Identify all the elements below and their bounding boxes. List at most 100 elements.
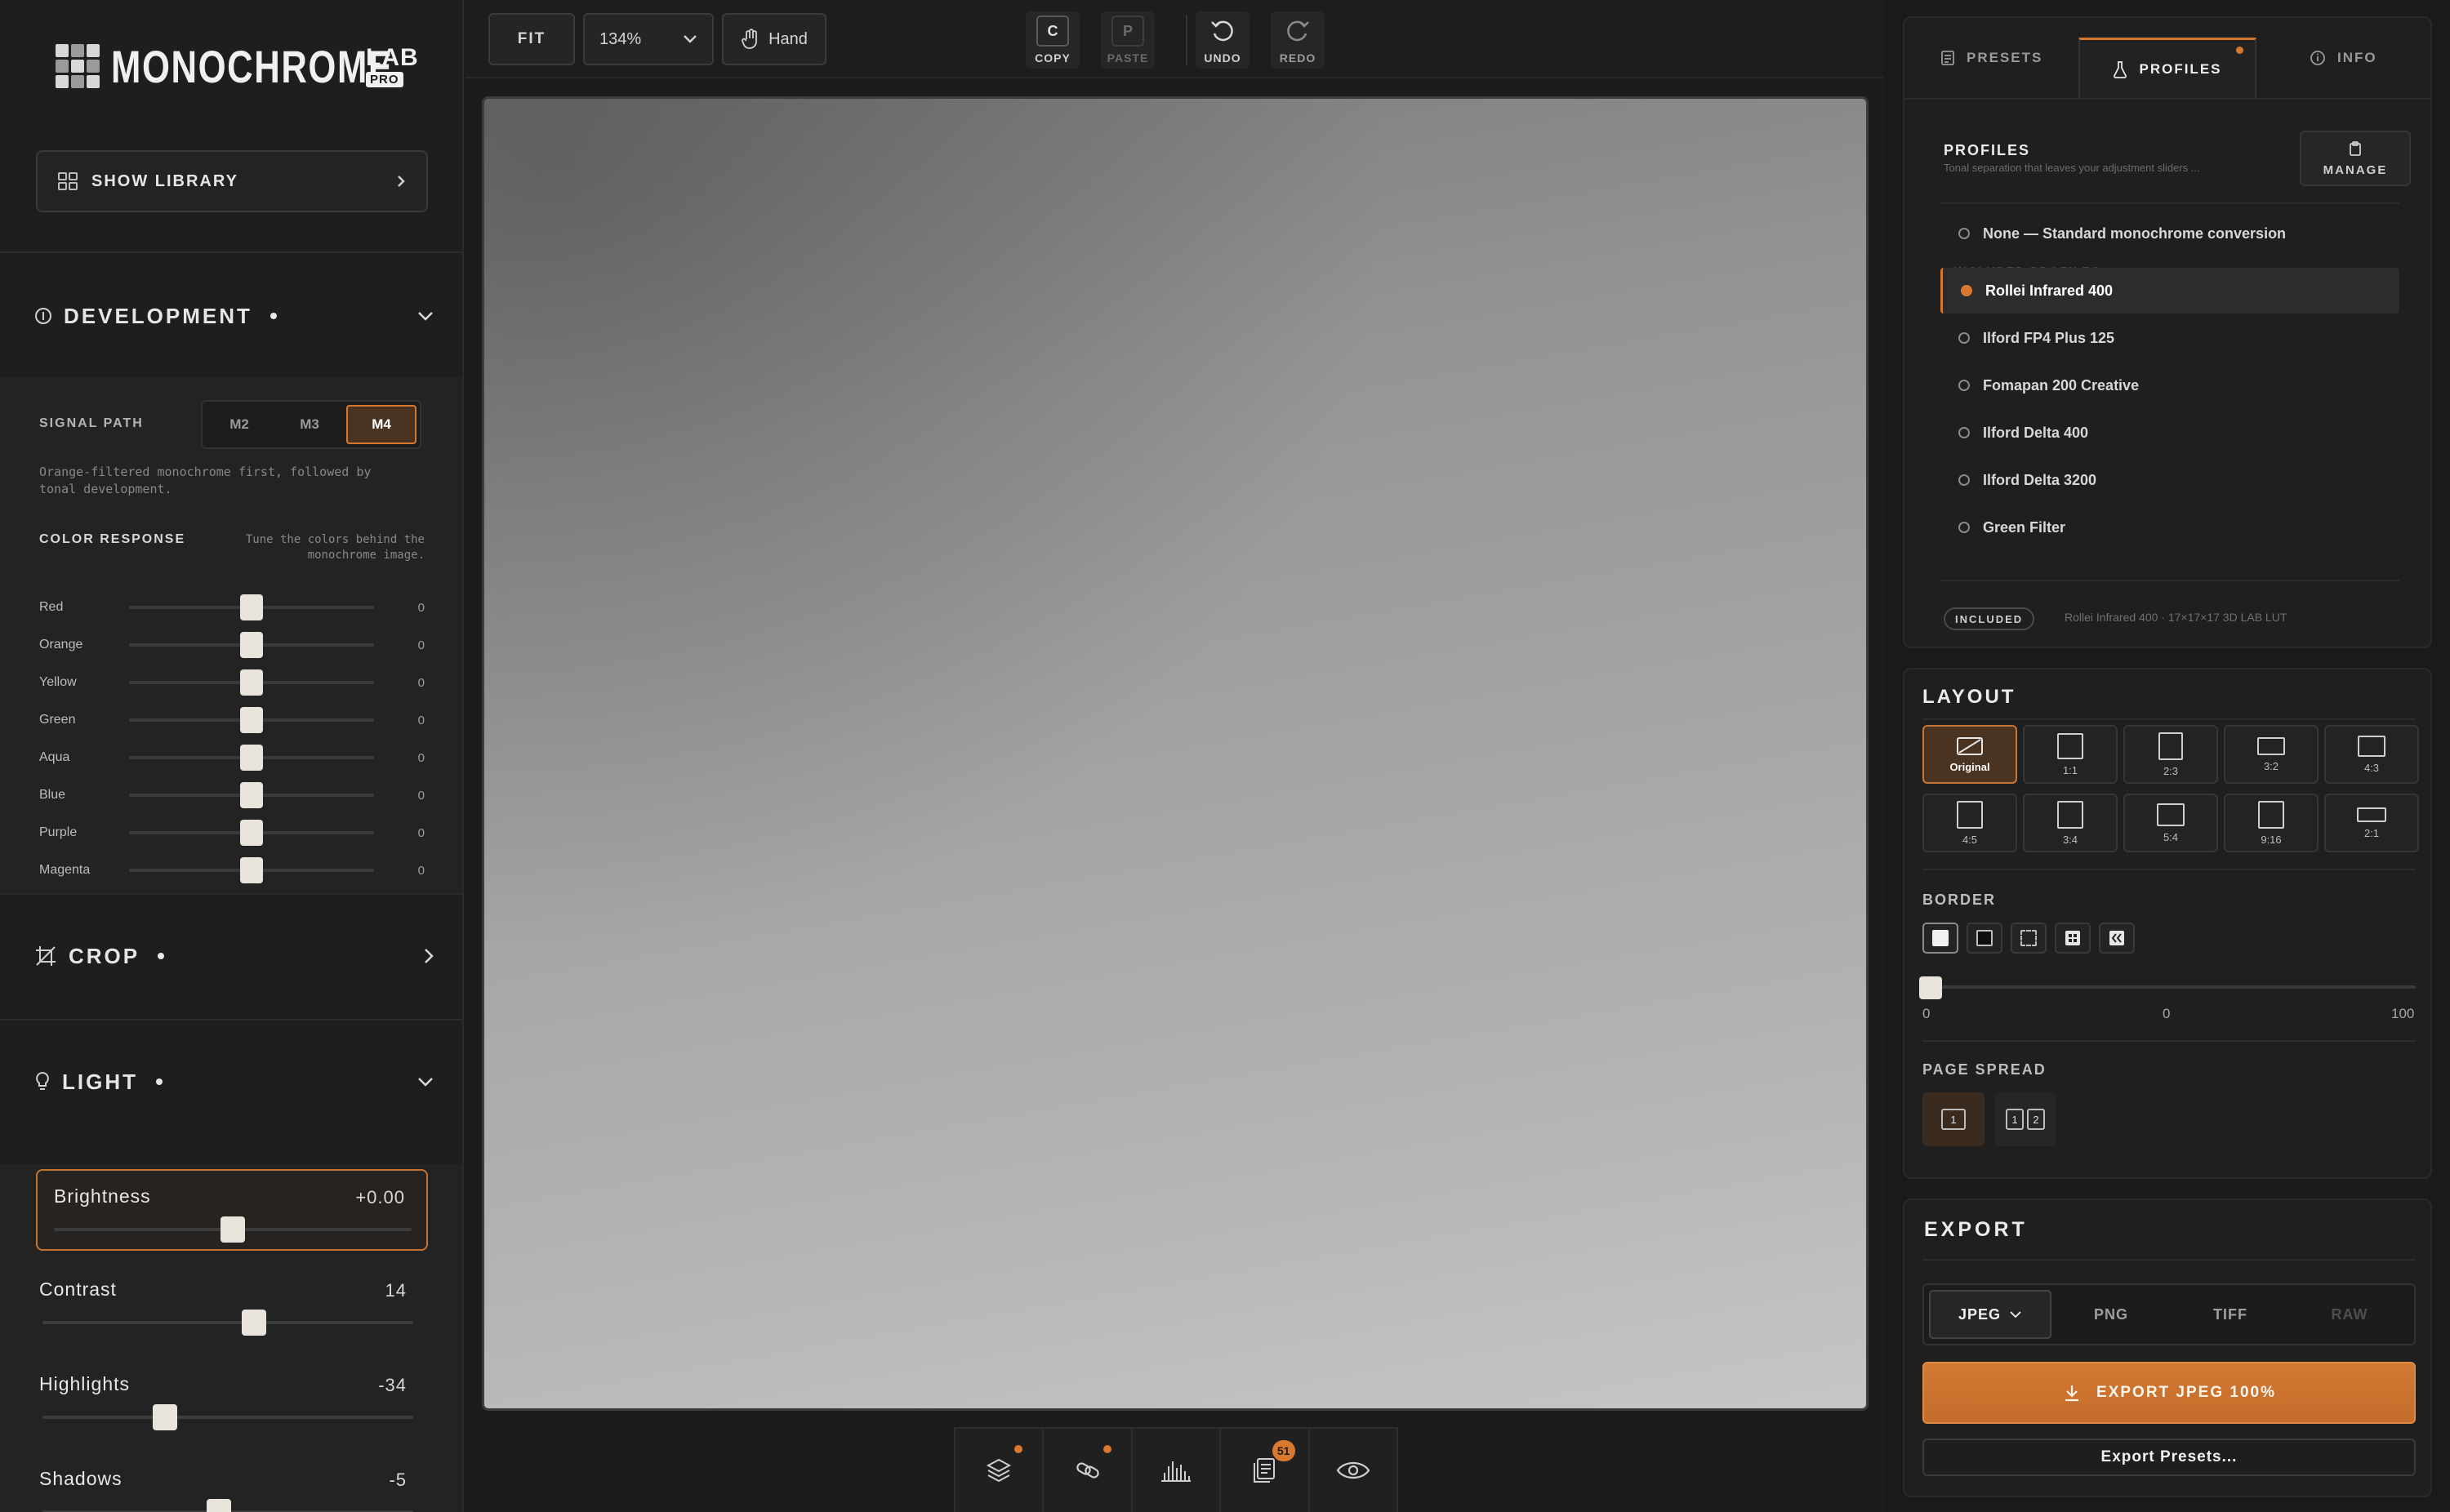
profile-ilford-delta-3200[interactable]: Ilford Delta 3200	[1940, 457, 2399, 503]
slider-track[interactable]	[129, 707, 374, 733]
slider-track[interactable]	[129, 857, 374, 883]
border-slider-thumb[interactable]	[1919, 976, 1942, 999]
image-canvas[interactable]	[482, 96, 1869, 1411]
slider-track[interactable]	[129, 820, 374, 846]
format-jpeg[interactable]: JPEG	[1929, 1290, 2051, 1339]
ratio-original[interactable]: Original	[1922, 725, 2017, 784]
slider-thumb[interactable]	[220, 1216, 245, 1243]
slider-track[interactable]	[129, 632, 374, 658]
border-film-option[interactable]	[2099, 923, 2135, 954]
development-section-header[interactable]: DEVELOPMENT	[0, 255, 462, 377]
layers-button[interactable]	[956, 1429, 1045, 1512]
profile-label: Rollei Infrared 400	[1985, 282, 2114, 299]
slider-track[interactable]	[129, 782, 374, 808]
signal-path-m4[interactable]: M4	[346, 405, 416, 444]
contrast-slider[interactable]: Contrast 14	[36, 1264, 428, 1345]
border-black-option[interactable]	[1967, 923, 2002, 954]
slider-thumb[interactable]	[240, 594, 263, 620]
ratio-3-4[interactable]: 3:4	[2023, 794, 2118, 852]
ratio-4-5[interactable]: 4:5	[1922, 794, 2017, 852]
manage-profiles-button[interactable]: MANAGE	[2300, 131, 2411, 186]
profile-rollei-infrared-400[interactable]: Rollei Infrared 400	[1940, 268, 2399, 314]
format-tiff[interactable]: TIFF	[2171, 1290, 2290, 1339]
light-section-header[interactable]: LIGHT	[0, 1021, 462, 1143]
slider-thumb[interactable]	[152, 1404, 177, 1430]
highlights-slider[interactable]: Highlights -34	[36, 1359, 428, 1440]
slider-track[interactable]	[42, 1310, 413, 1336]
border-white-option[interactable]	[1922, 923, 1958, 954]
clipboard-icon	[2350, 140, 2361, 156]
adjustments-button[interactable]	[1044, 1429, 1133, 1512]
spread-single-button[interactable]: 1	[1922, 1092, 1984, 1146]
flask-icon	[2114, 60, 2127, 78]
spread-page: 2	[2027, 1109, 2045, 1130]
slider-thumb[interactable]	[240, 632, 263, 658]
preview-toggle-button[interactable]	[1310, 1429, 1396, 1512]
ratio-2-3[interactable]: 2:3	[2123, 725, 2218, 784]
slider-track[interactable]	[129, 745, 374, 771]
brightness-slider[interactable]: Brightness +0.00	[36, 1169, 428, 1251]
slider-thumb[interactable]	[240, 857, 263, 883]
shadows-slider[interactable]: Shadows -5	[36, 1453, 428, 1512]
divider	[0, 251, 462, 253]
signal-path-description: Orange-filtered monochrome first, follow…	[39, 465, 372, 496]
slider-thumb[interactable]	[240, 745, 263, 771]
ratio-9-16[interactable]: 9:16	[2224, 794, 2319, 852]
undo-button[interactable]: UNDO	[1196, 11, 1250, 69]
tab-presets[interactable]: PRESETS	[1904, 18, 2078, 98]
format-raw[interactable]: RAW	[2290, 1290, 2409, 1339]
profile-label: Ilford Delta 400	[1983, 424, 2089, 441]
border-dashed-option[interactable]	[2011, 923, 2047, 954]
paste-button[interactable]: P PASTE	[1101, 11, 1155, 69]
profile-none[interactable]: None — Standard monochrome conversion	[1940, 211, 2399, 256]
tab-info[interactable]: INFO	[2256, 18, 2430, 98]
redo-icon	[1287, 20, 1309, 42]
fit-button[interactable]: FIT	[488, 13, 575, 65]
signal-path-m2[interactable]: M2	[206, 405, 273, 444]
ratio-label: 2:3	[2163, 764, 2179, 777]
slider-thumb[interactable]	[206, 1499, 231, 1512]
border-slider-track[interactable]	[1922, 985, 2416, 989]
crop-section-header[interactable]: CROP	[0, 895, 462, 1017]
ratio-5-4[interactable]: 5:4	[2123, 794, 2218, 852]
export-button[interactable]: EXPORT JPEG 100%	[1922, 1362, 2416, 1424]
profile-ilford-delta-400[interactable]: Ilford Delta 400	[1940, 410, 2399, 456]
slider-track[interactable]	[129, 594, 374, 620]
ratio-2-1[interactable]: 2:1	[2324, 794, 2419, 852]
ratio-4-3[interactable]: 4:3	[2324, 725, 2419, 784]
slider-thumb[interactable]	[240, 669, 263, 696]
spread-double-button[interactable]: 1 2	[1994, 1092, 2056, 1146]
ratio-1-1[interactable]: 1:1	[2023, 725, 2118, 784]
slider-thumb[interactable]	[240, 820, 263, 846]
chevron-right-icon	[398, 176, 405, 187]
show-library-button[interactable]: SHOW LIBRARY	[36, 150, 428, 212]
signal-path-m3[interactable]: M3	[276, 405, 343, 444]
history-button[interactable]: 51	[1221, 1429, 1310, 1512]
history-icon	[1254, 1458, 1276, 1483]
show-library-label: SHOW LIBRARY	[91, 171, 238, 190]
border-grid-option[interactable]	[2055, 923, 2091, 954]
format-png[interactable]: PNG	[2051, 1290, 2171, 1339]
slider-thumb[interactable]	[241, 1310, 266, 1336]
profile-green-filter[interactable]: Green Filter	[1940, 505, 2399, 550]
ratio-shape-icon	[2258, 800, 2284, 829]
slider-thumb[interactable]	[240, 782, 263, 808]
tab-profiles[interactable]: PROFILES	[2078, 38, 2256, 98]
color-slider-orange: Orange 0	[39, 629, 425, 661]
slider-track[interactable]	[129, 669, 374, 696]
ratio-3-2[interactable]: 3:2	[2224, 725, 2319, 784]
slider-track[interactable]	[42, 1404, 413, 1430]
layout-card: LAYOUT Original 1:1 2:3 3:2 4:3 4:5 3:4 …	[1903, 668, 2432, 1179]
copy-button[interactable]: C COPY	[1026, 11, 1080, 69]
zoom-select[interactable]: 134%	[583, 13, 714, 65]
slider-track[interactable]	[54, 1216, 412, 1243]
profile-fomapan-200[interactable]: Fomapan 200 Creative	[1940, 362, 2399, 408]
slider-thumb[interactable]	[240, 707, 263, 733]
profile-ilford-fp4[interactable]: Ilford FP4 Plus 125	[1940, 315, 2399, 361]
histogram-button[interactable]	[1133, 1429, 1222, 1512]
hand-tool-button[interactable]: Hand	[722, 13, 826, 65]
redo-button[interactable]: REDO	[1271, 11, 1325, 69]
export-presets-button[interactable]: Export Presets...	[1922, 1439, 2416, 1476]
border-max-label: 100	[2391, 1006, 2415, 1021]
ratio-shape-icon	[2357, 807, 2386, 822]
